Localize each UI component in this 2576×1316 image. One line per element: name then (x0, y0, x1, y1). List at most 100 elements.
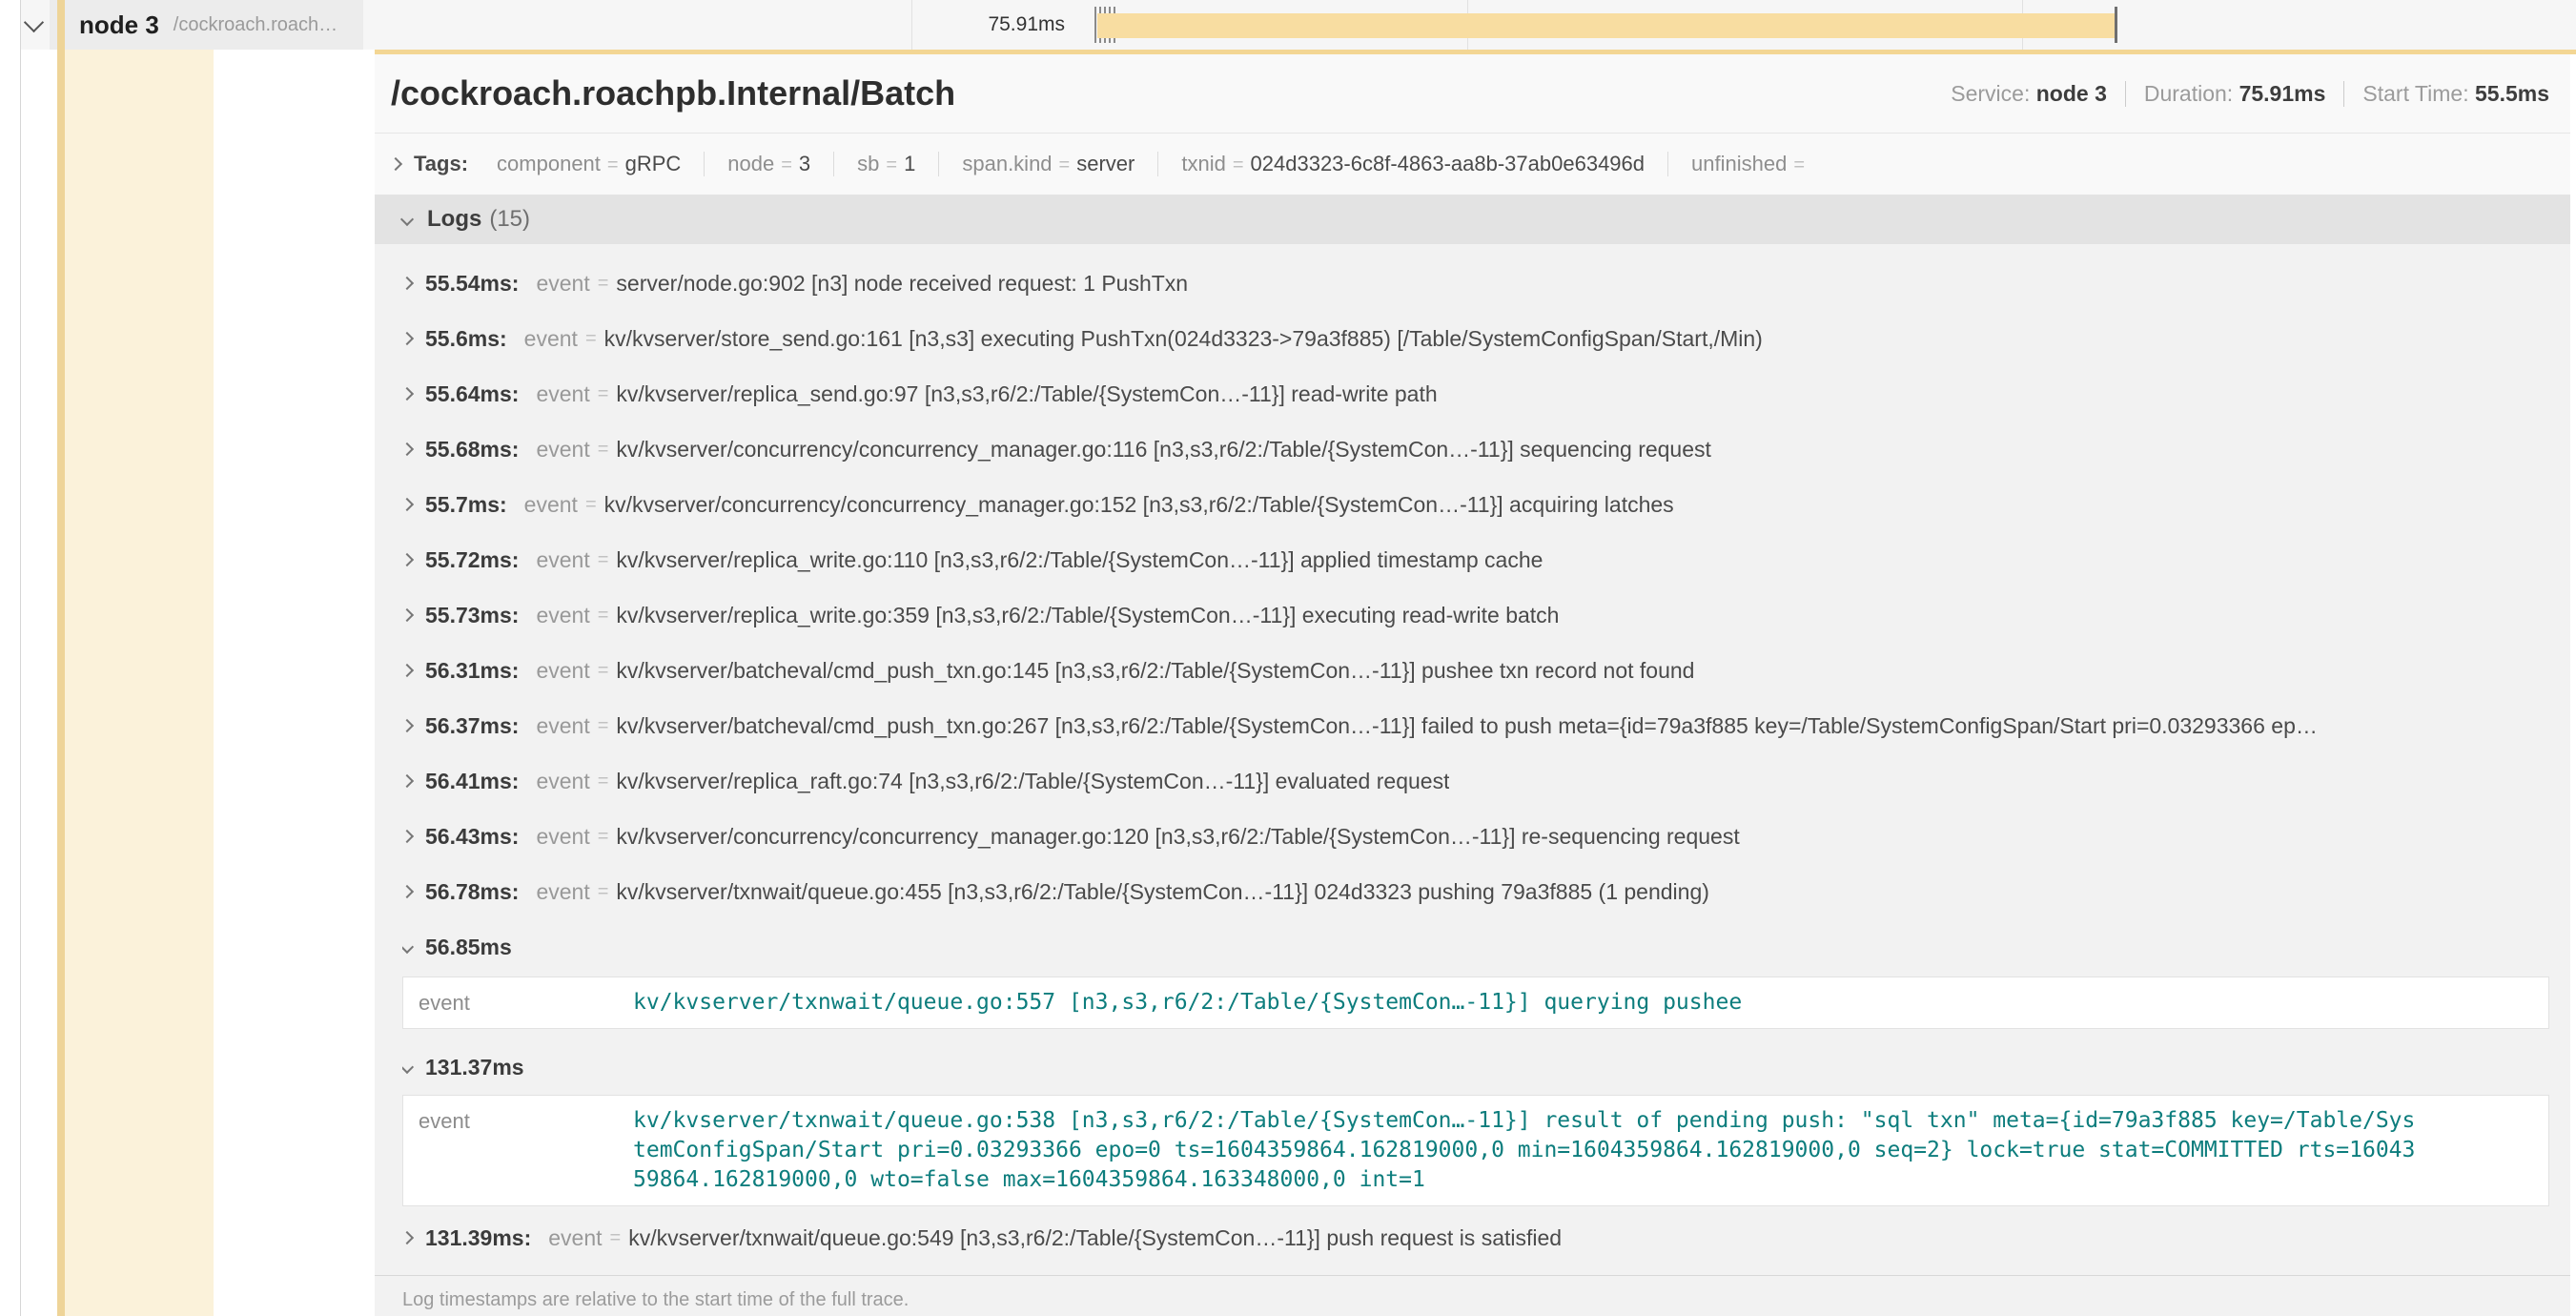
collapse-trace-button[interactable] (27, 15, 46, 34)
chevron-right-icon (402, 332, 414, 345)
span-indent-column (57, 50, 214, 1316)
span-service-name: node 3 (79, 10, 159, 40)
log-timestamp: 55.73ms: (425, 603, 519, 628)
span-operation-title: /cockroach.roachpb.Internal/Batch (391, 73, 1951, 113)
chevron-down-icon (24, 12, 44, 32)
log-entry-collapsed[interactable]: 56.31ms:event=kv/kvserver/batcheval/cmd_… (402, 643, 2549, 698)
log-message: kv/kvserver/replica_raft.go:74 [n3,s3,r6… (616, 769, 1449, 794)
log-message: kv/kvserver/concurrency/concurrency_mana… (616, 437, 1710, 463)
log-entry-expanded-toggle[interactable]: 131.37ms (402, 1039, 2549, 1095)
log-field-key: event (536, 381, 589, 407)
log-timestamp: 55.7ms: (425, 492, 507, 518)
log-entry-expanded-toggle[interactable]: 56.85ms (402, 919, 2549, 975)
chevron-down-icon (402, 940, 414, 954)
log-entry-collapsed[interactable]: 55.68ms:event=kv/kvserver/concurrency/co… (402, 422, 2549, 477)
left-gutter (0, 0, 21, 1316)
meta-duration: Duration: 75.91ms (2125, 81, 2326, 107)
log-entry-collapsed[interactable]: 56.41ms:event=kv/kvserver/replica_raft.g… (402, 753, 2549, 809)
log-entry-collapsed[interactable]: 56.43ms:event=kv/kvserver/concurrency/co… (402, 809, 2549, 864)
log-message: kv/kvserver/batcheval/cmd_push_txn.go:26… (616, 713, 2317, 739)
log-message: kv/kvserver/txnwait/queue.go:455 [n3,s3,… (616, 879, 1709, 905)
logs-body: 55.54ms:event=server/node.go:902 [n3] no… (375, 244, 2570, 1316)
chevron-right-icon (389, 157, 402, 171)
tag-unfinished: unfinished= (1668, 152, 1834, 176)
log-message: kv/kvserver/store_send.go:161 [n3,s3] ex… (604, 326, 1763, 352)
chevron-right-icon (402, 553, 414, 566)
chevron-right-icon (402, 277, 414, 290)
log-detail-card: eventkv/kvserver/txnwait/queue.go:557 [n… (402, 977, 2549, 1029)
log-timestamp: 56.31ms: (425, 658, 519, 684)
tag-component: component=gRPC (474, 152, 705, 176)
log-field-value: kv/kvserver/txnwait/queue.go:557 [n3,s3,… (633, 988, 1742, 1018)
log-entry-collapsed[interactable]: 131.39ms:event=kv/kvserver/txnwait/queue… (402, 1210, 2549, 1265)
log-entry-collapsed[interactable]: 56.78ms:event=kv/kvserver/txnwait/queue.… (402, 864, 2549, 919)
span-name-cell[interactable]: node 3 /cockroach.roach… (50, 0, 363, 50)
chevron-right-icon (402, 885, 414, 898)
chevron-down-icon (402, 1060, 414, 1074)
logs-footer-note: Log timestamps are relative to the start… (375, 1275, 2570, 1316)
log-message: server/node.go:902 [n3] node received re… (616, 271, 1188, 297)
tags-label: Tags: (414, 152, 468, 176)
log-field-key: event (536, 437, 589, 463)
tag-span.kind: span.kind=server (939, 152, 1158, 176)
log-entry-collapsed[interactable]: 56.37ms:event=kv/kvserver/batcheval/cmd_… (402, 698, 2549, 753)
log-field-key: event (536, 603, 589, 628)
log-timestamp: 55.64ms: (425, 381, 519, 407)
log-entry-collapsed[interactable]: 55.73ms:event=kv/kvserver/replica_write.… (402, 587, 2549, 643)
chevron-right-icon (402, 498, 414, 511)
log-timestamp: 55.6ms: (425, 326, 507, 352)
log-timestamp: 55.72ms: (425, 547, 519, 573)
log-entry-collapsed[interactable]: 55.64ms:event=kv/kvserver/replica_send.g… (402, 366, 2549, 422)
log-entry-collapsed[interactable]: 55.54ms:event=server/node.go:902 [n3] no… (402, 256, 2549, 311)
span-color-band (57, 0, 65, 1316)
log-field-key: event (419, 1106, 633, 1136)
span-duration-bar[interactable] (1097, 13, 2115, 38)
log-field-key: event (419, 988, 633, 1018)
logs-section-toggle[interactable]: Logs (15) (375, 195, 2570, 244)
tags-section-toggle[interactable]: Tags: component=gRPCnode=3sb=1span.kind=… (375, 134, 2570, 195)
span-meta: Service: node 3 Duration: 75.91ms Start … (1951, 81, 2549, 107)
log-entry-collapsed[interactable]: 55.7ms:event=kv/kvserver/concurrency/con… (402, 477, 2549, 532)
log-field-key: event (548, 1225, 602, 1251)
span-detail-header: /cockroach.roachpb.Internal/Batch Servic… (375, 54, 2570, 134)
log-timestamp: 56.78ms: (425, 879, 519, 905)
logs-label: Logs (427, 206, 481, 233)
log-timestamp: 56.37ms: (425, 713, 519, 739)
chevron-right-icon (402, 774, 414, 788)
chevron-right-icon (402, 1231, 414, 1244)
chevron-right-icon (402, 608, 414, 622)
tag-node: node=3 (705, 152, 834, 176)
chevron-down-icon (400, 213, 414, 226)
log-timestamp: 55.68ms: (425, 437, 519, 463)
log-field-key: event (536, 879, 589, 905)
chevron-right-icon (402, 664, 414, 677)
log-timestamp: 55.54ms: (425, 271, 519, 297)
chevron-right-icon (402, 442, 414, 456)
log-field-value: kv/kvserver/txnwait/queue.go:538 [n3,s3,… (633, 1106, 2422, 1195)
chevron-right-icon (402, 719, 414, 732)
chevron-right-icon (402, 387, 414, 401)
log-field-key: event (524, 326, 578, 352)
log-field-key: event (536, 547, 589, 573)
span-detail-panel: /cockroach.roachpb.Internal/Batch Servic… (375, 54, 2570, 1316)
log-detail-card: eventkv/kvserver/txnwait/queue.go:538 [n… (402, 1095, 2549, 1206)
tags-list: component=gRPCnode=3sb=1span.kind=server… (474, 152, 1834, 176)
log-entry-collapsed[interactable]: 55.6ms:event=kv/kvserver/store_send.go:1… (402, 311, 2549, 366)
tag-txnid: txnid=024d3323-6c8f-4863-aa8b-37ab0e6349… (1158, 152, 1668, 176)
log-field-key: event (536, 713, 589, 739)
trace-timeline-row: node 3 /cockroach.roach… 75.91ms (0, 0, 2576, 50)
log-field-key: event (536, 824, 589, 850)
log-message: kv/kvserver/replica_write.go:110 [n3,s3,… (616, 547, 1543, 573)
log-entry-collapsed[interactable]: 55.72ms:event=kv/kvserver/replica_write.… (402, 532, 2549, 587)
log-timestamp: 131.37ms (425, 1055, 524, 1080)
log-timestamp: 56.85ms (425, 935, 512, 960)
log-message: kv/kvserver/txnwait/queue.go:549 [n3,s3,… (628, 1225, 1562, 1251)
meta-service: Service: node 3 (1951, 81, 2107, 107)
chevron-right-icon (402, 830, 414, 843)
meta-start-time: Start Time: 55.5ms (2343, 81, 2549, 107)
log-timestamp: 56.43ms: (425, 824, 519, 850)
log-message: kv/kvserver/concurrency/concurrency_mana… (616, 824, 1739, 850)
log-message: kv/kvserver/batcheval/cmd_push_txn.go:14… (616, 658, 1694, 684)
logs-count: (15) (489, 206, 530, 233)
span-operation-name: /cockroach.roach… (174, 14, 337, 36)
